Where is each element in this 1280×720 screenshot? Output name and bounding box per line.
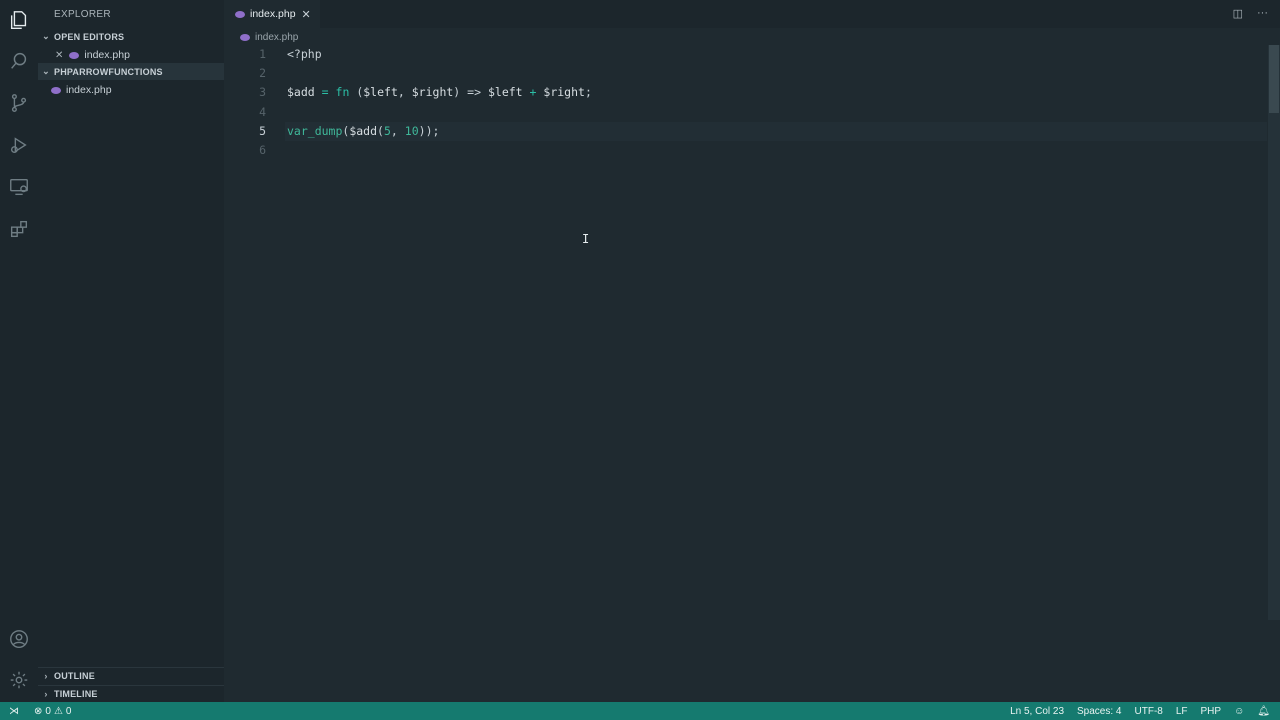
source-control-icon[interactable]: [7, 91, 31, 115]
status-bar: ⋊ ⊗ 0 ⚠ 0 Ln 5, Col 23 Spaces: 4 UTF-8 L…: [0, 702, 1280, 720]
line-number: 3: [259, 85, 266, 100]
token: ;: [584, 85, 592, 100]
search-icon[interactable]: [7, 49, 31, 73]
feedback-icon[interactable]: ☺: [1234, 706, 1244, 717]
php-open-tag: <?php: [287, 47, 322, 61]
token: $add: [349, 123, 378, 138]
code-line-3[interactable]: $add = fn ($left, $right) => $left + $ri…: [287, 83, 1267, 102]
token: ,: [390, 123, 398, 138]
breadcrumb-file[interactable]: index.php: [255, 32, 298, 43]
notifications-bell-icon[interactable]: 🔔︎: [1257, 706, 1270, 717]
split-editor-icon[interactable]: ◫: [1233, 7, 1243, 20]
more-actions-icon[interactable]: ···: [1257, 7, 1268, 20]
token: fn: [335, 85, 350, 100]
text-cursor-icon: I: [582, 232, 590, 246]
token: +: [529, 85, 537, 100]
code-line-2[interactable]: [287, 64, 1267, 83]
language-mode[interactable]: PHP: [1201, 706, 1222, 717]
code-line-6[interactable]: [287, 141, 1267, 160]
open-editors-section[interactable]: ⌄ OPEN EDITORS: [38, 28, 224, 45]
token: $right: [543, 85, 585, 100]
explorer-sidebar: EXPLORER ⌄ OPEN EDITORS ✕ index.php ⌄ PH…: [38, 0, 224, 702]
line-number: 6: [259, 142, 266, 157]
line-number: 4: [259, 104, 266, 119]
token: $left: [487, 85, 523, 100]
sidebar-title: EXPLORER: [54, 9, 111, 20]
run-debug-icon[interactable]: [7, 133, 31, 157]
cursor-position[interactable]: Ln 5, Col 23: [1010, 706, 1064, 717]
scrollbar-thumb[interactable]: [1269, 45, 1279, 113]
outline-section[interactable]: › OUTLINE: [38, 667, 224, 684]
timeline-section[interactable]: › TIMELINE: [38, 685, 224, 702]
timeline-heading: TIMELINE: [54, 689, 98, 699]
error-icon: ⊗: [34, 705, 43, 717]
token: =: [321, 85, 329, 100]
remote-icon[interactable]: ⋊: [0, 706, 28, 717]
token: =>: [467, 85, 482, 100]
php-file-icon: [240, 33, 250, 41]
token: (: [377, 123, 384, 138]
encoding[interactable]: UTF-8: [1135, 706, 1163, 717]
open-editor-item[interactable]: ✕ index.php: [38, 46, 224, 64]
vertical-scrollbar[interactable]: [1268, 45, 1280, 620]
code-editor[interactable]: <?php $add = fn ($left, $right) => $left…: [285, 45, 1267, 160]
php-file-icon: [51, 86, 61, 94]
code-line-5[interactable]: var_dump($add(5, 10));: [285, 121, 1267, 141]
token: ));: [418, 123, 440, 138]
warning-icon: ⚠: [53, 705, 63, 717]
close-icon[interactable]: ✕: [55, 50, 63, 61]
activity-bar: [0, 0, 38, 702]
token: ,: [397, 85, 405, 100]
problems-indicator[interactable]: ⊗ 0 ⚠ 0: [34, 706, 71, 717]
end-of-line[interactable]: LF: [1176, 706, 1188, 717]
token: $add: [287, 85, 315, 100]
line-number: 1: [259, 47, 266, 61]
error-count: 0: [45, 705, 51, 717]
tab-index-php[interactable]: index.php ✕: [224, 0, 320, 28]
open-editor-filename: index.php: [84, 49, 130, 61]
chevron-right-icon: ›: [44, 671, 48, 681]
line-number-current: 5: [259, 123, 266, 138]
chevron-right-icon: ›: [44, 689, 48, 699]
token: $left: [363, 85, 398, 100]
warning-count: 0: [65, 705, 72, 717]
editor-tab-bar: index.php ✕ ◫ ···: [224, 0, 1280, 28]
editor-actions: ◫ ···: [1233, 7, 1268, 20]
extensions-icon[interactable]: [7, 217, 31, 241]
open-editors-heading: OPEN EDITORS: [54, 31, 125, 42]
token: ): [453, 85, 461, 100]
php-file-icon: [235, 10, 245, 18]
folder-file-item[interactable]: index.php: [38, 81, 224, 99]
folder-filename: index.php: [66, 84, 112, 96]
chevron-down-icon: ⌄: [42, 31, 50, 41]
settings-gear-icon[interactable]: [7, 668, 31, 692]
account-icon[interactable]: [7, 627, 31, 651]
close-tab-icon[interactable]: ✕: [302, 8, 311, 21]
outline-heading: OUTLINE: [54, 671, 95, 681]
chevron-down-icon: ⌄: [42, 66, 50, 76]
token: var_dump: [287, 123, 343, 138]
indentation[interactable]: Spaces: 4: [1077, 706, 1121, 717]
breadcrumb[interactable]: index.php: [240, 30, 298, 44]
line-number: 2: [259, 66, 266, 81]
folder-heading: PHPARROWFUNCTIONS: [54, 66, 163, 77]
tab-label: index.php: [250, 8, 296, 20]
folder-section[interactable]: ⌄ PHPARROWFUNCTIONS: [38, 63, 224, 80]
php-file-icon: [69, 51, 80, 59]
token: 10: [404, 123, 419, 138]
code-line-1[interactable]: <?php: [287, 45, 1267, 64]
explorer-icon[interactable]: [7, 8, 31, 32]
token: $right: [411, 85, 454, 100]
code-line-4[interactable]: [287, 103, 1267, 122]
token: 5: [383, 123, 391, 138]
remote-explorer-icon[interactable]: [7, 175, 31, 199]
line-number-gutter: 1 2 3 4 5 6: [224, 45, 274, 160]
